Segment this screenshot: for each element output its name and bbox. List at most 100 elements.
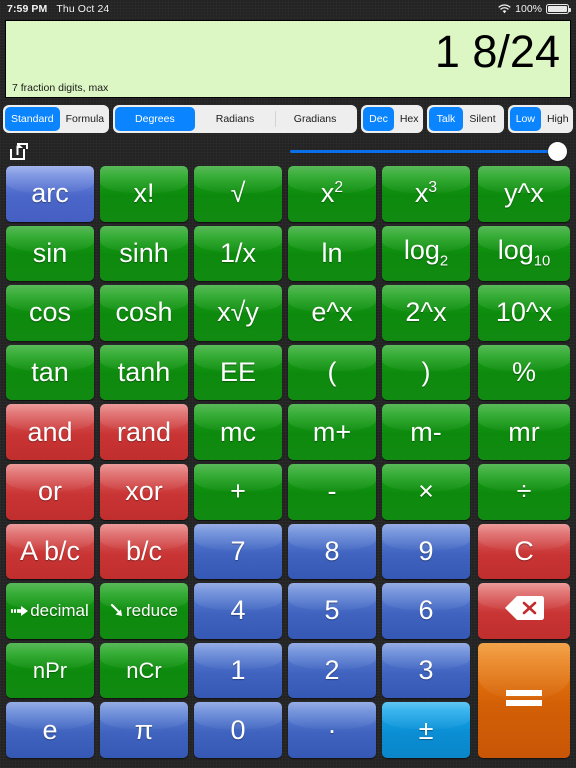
- key-label: 9: [418, 535, 434, 566]
- key-btn[interactable]: (: [288, 344, 376, 401]
- segment-degrees[interactable]: Degrees: [114, 106, 195, 131]
- key-x2[interactable]: x2: [288, 166, 376, 222]
- key-label: sinh: [119, 237, 169, 268]
- key-or[interactable]: or: [6, 464, 94, 520]
- segment-gradians[interactable]: Gradians: [275, 107, 355, 131]
- wifi-icon: [498, 4, 511, 14]
- segment-low[interactable]: Low: [509, 106, 541, 131]
- segment-radians[interactable]: Radians: [195, 107, 275, 131]
- key-0[interactable]: 0: [194, 702, 282, 758]
- calculator-display: 1 8/24 7 fraction digits, max: [5, 20, 571, 98]
- mode-segmented-control[interactable]: Standard Formula: [3, 104, 109, 133]
- speech-segmented-control[interactable]: Talk Silent: [426, 104, 504, 133]
- key-3[interactable]: 3: [382, 642, 470, 699]
- key-backspace[interactable]: [478, 583, 570, 639]
- key-x[interactable]: x!: [100, 166, 188, 222]
- key-xy[interactable]: x√y: [194, 285, 282, 341]
- key-label: ÷: [516, 476, 532, 507]
- angle-segmented-control[interactable]: Degrees Radians Gradians: [112, 104, 358, 133]
- key-arc[interactable]: arc: [6, 166, 94, 222]
- segment-talk[interactable]: Talk: [428, 106, 464, 131]
- key-9[interactable]: 9: [382, 523, 470, 580]
- key-2[interactable]: 2: [288, 642, 376, 699]
- key-label: cosh: [115, 297, 173, 328]
- key-+[interactable]: +: [194, 464, 282, 520]
- key-a-b/c[interactable]: A b/c: [6, 523, 94, 580]
- key-e^x[interactable]: e^x: [288, 285, 376, 341]
- key-sin[interactable]: sin: [6, 225, 94, 282]
- key-btn[interactable]: √: [194, 166, 282, 222]
- key-ln[interactable]: ln: [288, 225, 376, 282]
- key-label: (: [327, 357, 337, 388]
- segment-hex[interactable]: Hex: [394, 107, 423, 131]
- key-label: EE: [219, 357, 257, 388]
- key-e[interactable]: e: [6, 702, 94, 758]
- key-7[interactable]: 7: [194, 523, 282, 580]
- key-mc[interactable]: mc: [194, 404, 282, 460]
- key-label: %: [511, 357, 536, 388]
- key-5[interactable]: 5: [288, 583, 376, 639]
- battery-percent: 100%: [515, 3, 542, 15]
- key-rand[interactable]: rand: [100, 404, 188, 460]
- key-m-[interactable]: m-: [382, 404, 470, 460]
- key-ncr[interactable]: nCr: [100, 642, 188, 699]
- volume-segmented-control[interactable]: Low High: [507, 104, 573, 133]
- segment-dec[interactable]: Dec: [363, 106, 394, 131]
- toolbar-row: [0, 138, 576, 165]
- volume-slider[interactable]: [290, 142, 567, 161]
- key-1[interactable]: 1: [194, 642, 282, 699]
- key-tanh[interactable]: tanh: [100, 344, 188, 401]
- key-m+[interactable]: m+: [288, 404, 376, 460]
- key-10^x[interactable]: 10^x: [478, 285, 570, 341]
- status-date: Thu Oct 24: [56, 3, 110, 15]
- key-decimal-convert[interactable]: decimal: [6, 583, 94, 639]
- key-xor[interactable]: xor: [100, 464, 188, 520]
- key--[interactable]: -: [288, 464, 376, 520]
- key-btn[interactable]: %: [478, 344, 570, 401]
- key-6[interactable]: 6: [382, 583, 470, 639]
- key-mr[interactable]: mr: [478, 404, 570, 460]
- share-icon[interactable]: [8, 141, 30, 161]
- key-btn[interactable]: ±: [382, 702, 470, 758]
- key-label: e: [42, 714, 58, 745]
- key-b/c[interactable]: b/c: [100, 523, 188, 580]
- key-btn[interactable]: π: [100, 702, 188, 758]
- key-cosh[interactable]: cosh: [100, 285, 188, 341]
- key-sinh[interactable]: sinh: [100, 225, 188, 282]
- key-c[interactable]: C: [478, 523, 570, 580]
- key-equals[interactable]: [478, 642, 570, 758]
- segment-silent[interactable]: Silent: [463, 107, 501, 131]
- key-8[interactable]: 8: [288, 523, 376, 580]
- key-btn[interactable]: ): [382, 344, 470, 401]
- key-label: ±: [418, 714, 434, 745]
- segment-high[interactable]: High: [541, 107, 573, 131]
- key-cos[interactable]: cos: [6, 285, 94, 341]
- key-btn[interactable]: ·: [288, 702, 376, 758]
- key-tan[interactable]: tan: [6, 344, 94, 401]
- status-bar: 7:59 PM Thu Oct 24 100%: [0, 0, 576, 18]
- battery-icon: [546, 4, 571, 14]
- key-y^x[interactable]: y^x: [478, 166, 570, 222]
- segment-formula[interactable]: Formula: [60, 107, 109, 131]
- key-1/x[interactable]: 1/x: [194, 225, 282, 282]
- key-npr[interactable]: nPr: [6, 642, 94, 699]
- key-label: 2: [324, 655, 340, 686]
- key-x3[interactable]: x3: [382, 166, 470, 222]
- key-2^x[interactable]: 2^x: [382, 285, 470, 341]
- key-label: sin: [32, 237, 68, 268]
- key-4[interactable]: 4: [194, 583, 282, 639]
- key-label: C: [514, 535, 534, 566]
- key-ee[interactable]: EE: [194, 344, 282, 401]
- key-label: x!: [133, 178, 155, 209]
- base-segmented-control[interactable]: Dec Hex: [361, 104, 423, 133]
- slider-knob[interactable]: [548, 142, 567, 161]
- segment-standard[interactable]: Standard: [5, 106, 60, 131]
- key-reduce[interactable]: reduce: [100, 583, 188, 639]
- key-btn[interactable]: ÷: [478, 464, 570, 520]
- key-log10[interactable]: log10: [478, 225, 570, 282]
- key-label: reduce: [110, 602, 178, 620]
- key-btn[interactable]: ×: [382, 464, 470, 520]
- key-label: x2: [320, 178, 344, 209]
- key-and[interactable]: and: [6, 404, 94, 460]
- key-log2[interactable]: log2: [382, 225, 470, 282]
